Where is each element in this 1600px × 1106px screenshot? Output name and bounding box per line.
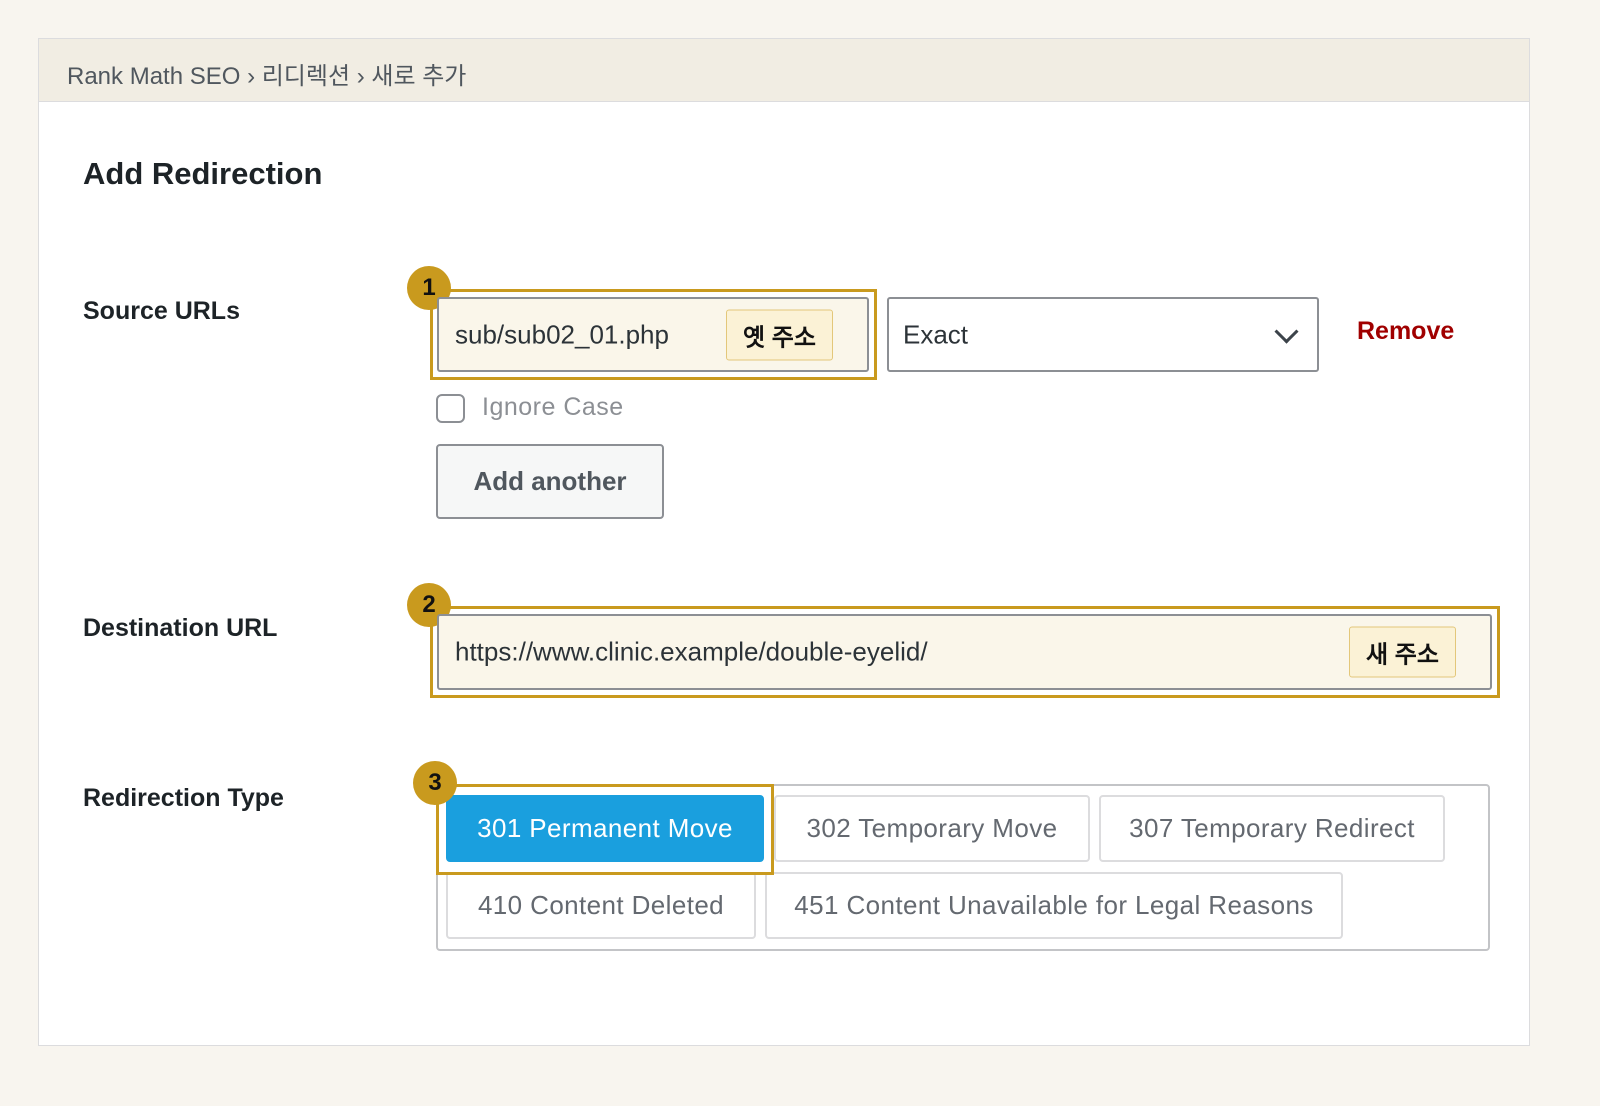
source-url-input[interactable]: sub/sub02_01.php 옛 주소 bbox=[437, 297, 869, 372]
match-type-select[interactable]: Exact bbox=[887, 297, 1319, 372]
type-307-button[interactable]: 307 Temporary Redirect bbox=[1099, 795, 1445, 862]
destination-url-input[interactable]: https://www.clinic.example/double-eyelid… bbox=[437, 614, 1492, 690]
chevron-down-icon bbox=[1274, 319, 1299, 344]
ignore-case-checkbox[interactable] bbox=[436, 394, 465, 423]
page-title: Add Redirection bbox=[83, 156, 323, 191]
source-urls-label: Source URLs bbox=[83, 297, 240, 325]
match-type-value: Exact bbox=[903, 319, 969, 349]
destination-url-value: https://www.clinic.example/double-eyelid… bbox=[455, 636, 928, 667]
ignore-case-label: Ignore Case bbox=[482, 393, 624, 421]
callout-box-3 bbox=[436, 784, 774, 875]
type-410-button[interactable]: 410 Content Deleted bbox=[446, 872, 756, 939]
callout-badge-3: 3 bbox=[413, 761, 457, 805]
type-451-button[interactable]: 451 Content Unavailable for Legal Reason… bbox=[765, 872, 1343, 939]
add-another-button[interactable]: Add another bbox=[436, 444, 664, 519]
breadcrumb: Rank Math SEO › 리디렉션 › 새로 추가 bbox=[67, 63, 467, 90]
source-url-value: sub/sub02_01.php bbox=[455, 319, 669, 349]
type-302-button[interactable]: 302 Temporary Move bbox=[774, 795, 1090, 862]
new-address-tag: 새 주소 bbox=[1349, 626, 1456, 678]
remove-link[interactable]: Remove bbox=[1357, 317, 1454, 346]
breadcrumb-bar: Rank Math SEO › 리디렉션 › 새로 추가 bbox=[39, 39, 1529, 102]
old-address-tag: 옛 주소 bbox=[726, 309, 833, 360]
redirection-panel: Rank Math SEO › 리디렉션 › 새로 추가 Add Redirec… bbox=[38, 38, 1530, 1046]
redirection-type-label: Redirection Type bbox=[83, 784, 284, 812]
destination-url-label: Destination URL bbox=[83, 614, 278, 642]
